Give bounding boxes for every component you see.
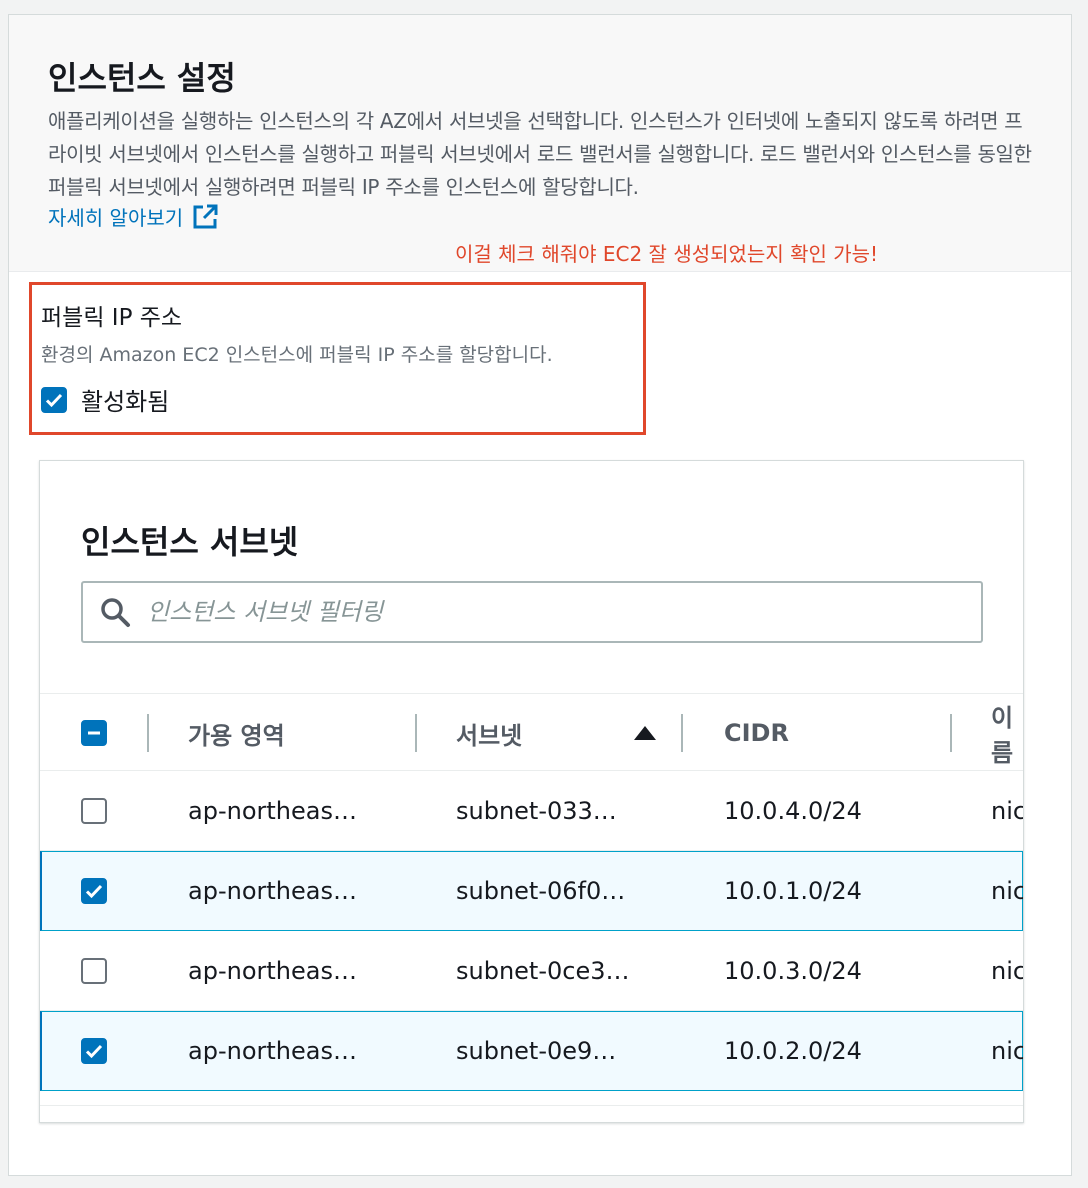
table-row[interactable]: ap-northeas… subnet-0e9… 10.0.2.0/24 nic xyxy=(40,1011,1023,1091)
select-all-checkbox[interactable] xyxy=(81,720,107,746)
column-divider[interactable] xyxy=(681,714,683,752)
cell-az: ap-northeas… xyxy=(188,956,357,985)
public-ip-checkbox-row[interactable]: 활성화됨 xyxy=(41,382,169,417)
cell-cidr: 10.0.3.0/24 xyxy=(724,956,862,985)
table-row[interactable]: ap-northeas… subnet-06f0… 10.0.1.0/24 ni… xyxy=(40,851,1023,931)
cell-name: nic xyxy=(991,956,1024,985)
cell-subnet: subnet-033… xyxy=(456,796,617,825)
learn-more-link[interactable]: 자세히 알아보기 xyxy=(48,202,219,231)
row-checkbox[interactable] xyxy=(81,798,107,824)
check-icon xyxy=(45,393,63,407)
cell-az: ap-northeas… xyxy=(188,796,357,825)
instance-subnets-table: 인스턴스 서브넷 가용 영역 서브넷 CIDR 이름 ap-northeas… … xyxy=(39,460,1024,1123)
cell-az: ap-northeas… xyxy=(188,1037,357,1065)
row-checkbox[interactable] xyxy=(81,878,107,904)
minus-icon xyxy=(88,731,100,735)
column-header-az[interactable]: 가용 영역 xyxy=(188,694,285,772)
column-header-subnet[interactable]: 서브넷 xyxy=(456,694,522,772)
cell-subnet: subnet-0ce3… xyxy=(456,956,630,985)
column-divider xyxy=(147,714,149,752)
public-ip-description: 환경의 Amazon EC2 인스턴스에 퍼블릭 IP 주소를 할당합니다. xyxy=(41,344,553,366)
table-row[interactable]: ap-northeas… subnet-033… 10.0.4.0/24 nic xyxy=(40,771,1023,851)
table-header: 가용 영역 서브넷 CIDR 이름 xyxy=(40,693,1023,771)
learn-more-label: 자세히 알아보기 xyxy=(48,206,184,230)
page-title: 인스턴스 설정 xyxy=(48,59,236,97)
subnet-filter-input[interactable] xyxy=(145,597,949,627)
public-ip-checkbox-label: 활성화됨 xyxy=(81,388,170,416)
cell-cidr: 10.0.1.0/24 xyxy=(724,877,862,905)
column-header-name[interactable]: 이름 xyxy=(991,694,1023,772)
table-row[interactable]: ap-northeas… subnet-0ce3… 10.0.3.0/24 ni… xyxy=(40,931,1023,1011)
cell-name: nic xyxy=(991,1037,1024,1065)
cell-az: ap-northeas… xyxy=(188,877,357,905)
annotation-note: 이걸 체크 해줘야 EC2 잘 생성되었는지 확인 가능! xyxy=(455,242,879,266)
cell-subnet: subnet-06f0… xyxy=(456,877,626,905)
column-divider[interactable] xyxy=(950,714,952,752)
column-divider[interactable] xyxy=(415,714,417,752)
cell-name: nic xyxy=(991,796,1024,825)
subnet-filter[interactable] xyxy=(81,581,983,643)
public-ip-label: 퍼블릭 IP 주소 xyxy=(41,305,183,331)
subnets-title: 인스턴스 서브넷 xyxy=(81,523,299,561)
section-description: 애플리케이션을 실행하는 인스턴스의 각 AZ에서 서브넷을 선택합니다. 인스… xyxy=(48,109,1032,199)
column-header-cidr[interactable]: CIDR xyxy=(724,694,789,772)
check-icon xyxy=(85,1044,103,1059)
external-link-icon xyxy=(191,203,219,231)
check-icon xyxy=(85,884,103,899)
row-checkbox[interactable] xyxy=(81,958,107,984)
search-icon xyxy=(101,598,130,627)
sort-ascending-icon[interactable] xyxy=(634,726,656,740)
cell-name: nic xyxy=(991,877,1024,905)
cell-cidr: 10.0.2.0/24 xyxy=(724,1037,862,1065)
row-checkbox[interactable] xyxy=(81,1038,107,1064)
panel-header: 인스턴스 설정 애플리케이션을 실행하는 인스턴스의 각 AZ에서 서브넷을 선… xyxy=(9,15,1071,272)
table-bottom-divider xyxy=(40,1105,1023,1106)
public-ip-checkbox[interactable] xyxy=(41,386,67,413)
cell-cidr: 10.0.4.0/24 xyxy=(724,796,862,825)
cell-subnet: subnet-0e9… xyxy=(456,1037,617,1065)
